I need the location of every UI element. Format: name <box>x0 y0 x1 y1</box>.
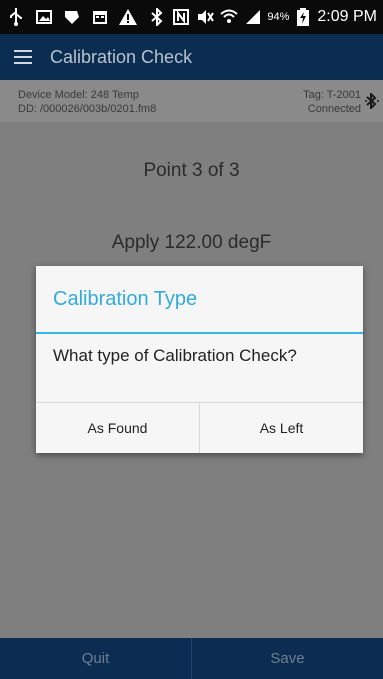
device-info-right: Tag: T-2001 Connected <box>303 88 361 116</box>
bluetooth-icon <box>147 7 167 27</box>
hamburger-menu-icon[interactable] <box>14 50 32 64</box>
notification-icons <box>6 7 138 27</box>
dialog-button-row: As Found As Left <box>36 402 363 453</box>
save-button[interactable]: Save <box>192 638 383 679</box>
page-title: Calibration Check <box>50 46 193 67</box>
dd-path-text: DD: /000026/003b/0201.fm8 <box>18 103 157 115</box>
dialog-message: What type of Calibration Check? <box>53 346 297 365</box>
as-left-button[interactable]: As Left <box>200 403 363 453</box>
bottom-action-bar: Quit Save <box>0 638 383 679</box>
warning-icon <box>118 7 138 27</box>
app-icon <box>62 7 82 27</box>
system-icons: 94% 2:09 PM <box>147 7 377 27</box>
as-found-button[interactable]: As Found <box>36 403 199 453</box>
bluetooth-connected-icon <box>365 91 379 111</box>
point-progress-text: Point 3 of 3 <box>143 160 240 181</box>
status-bar: 94% 2:09 PM <box>0 0 383 34</box>
connection-status-text: Connected <box>307 103 361 115</box>
battery-charging-icon <box>293 7 313 27</box>
usb-icon <box>6 7 26 27</box>
wifi-icon <box>219 7 239 27</box>
image-icon <box>34 7 54 27</box>
calendar-icon <box>90 7 110 27</box>
dialog-title-divider <box>36 332 363 334</box>
device-info-bar: Device Model: 248 Temp DD: /000026/003b/… <box>0 80 383 122</box>
apply-value-text: Apply 122.00 degF <box>111 232 272 253</box>
signal-icon <box>243 7 263 27</box>
status-time: 2:09 PM <box>317 8 377 25</box>
device-info-left: Device Model: 248 Temp DD: /000026/003b/… <box>18 88 156 116</box>
dialog-title: Calibration Type <box>53 288 198 310</box>
calibration-type-dialog: Calibration Type What type of Calibratio… <box>36 266 363 453</box>
tag-text: Tag: T-2001 <box>303 89 361 101</box>
device-model-text: Device Model: 248 Temp <box>18 89 139 101</box>
battery-percent: 94% <box>267 11 290 23</box>
app-bar: Calibration Check <box>0 34 383 80</box>
mute-icon <box>195 7 215 27</box>
nfc-icon <box>171 7 191 27</box>
quit-button[interactable]: Quit <box>0 638 191 679</box>
